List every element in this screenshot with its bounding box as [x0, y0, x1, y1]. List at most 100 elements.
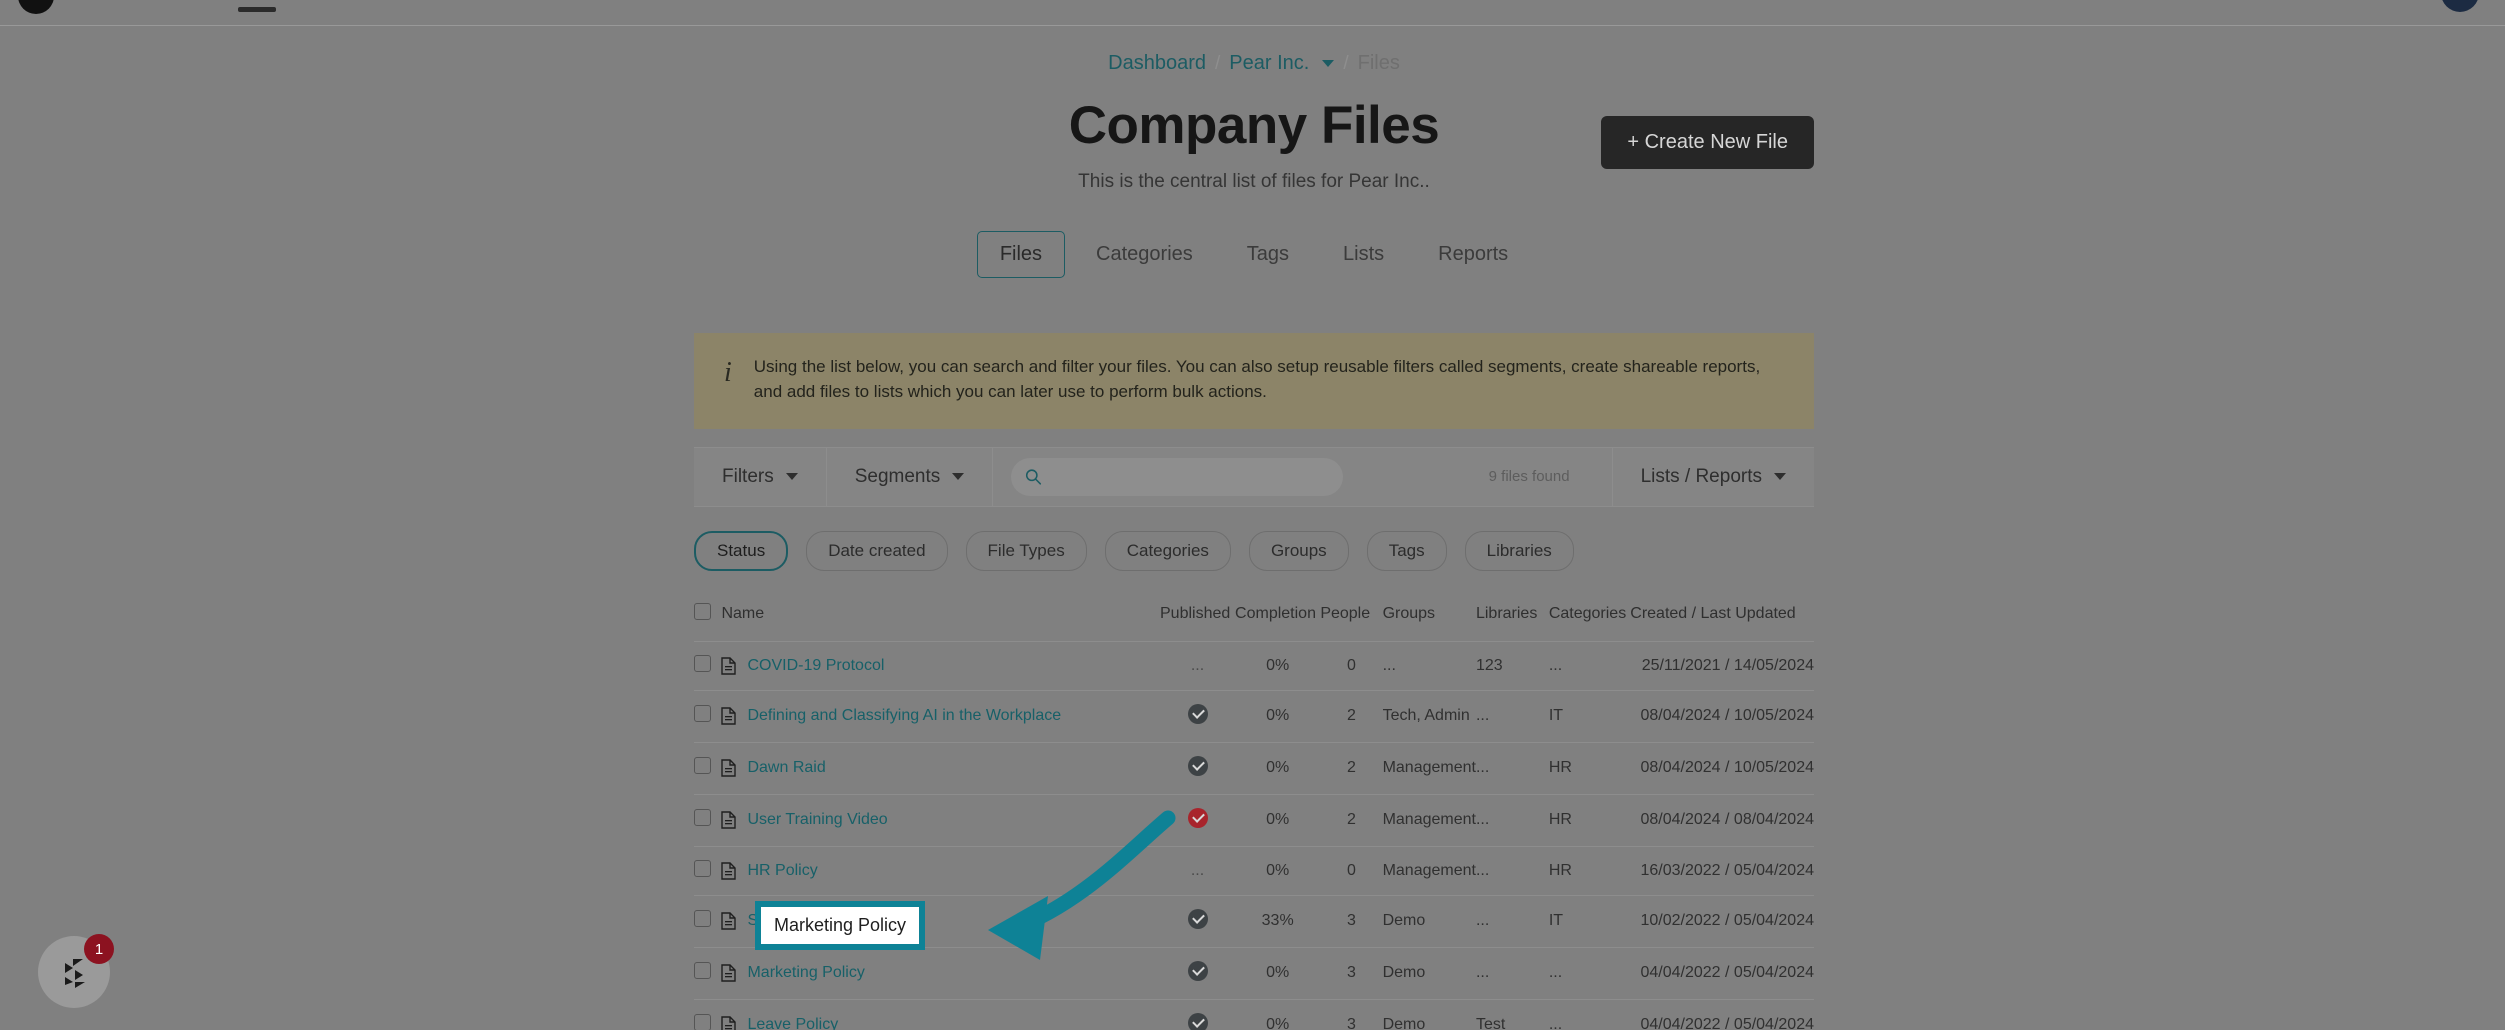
file-name-link[interactable]: COVID-19 Protocol [747, 657, 884, 675]
search-box[interactable] [1011, 457, 1344, 496]
file-icon [721, 811, 737, 829]
row-categories-cell: ... [1548, 999, 1631, 1030]
table-row[interactable]: COVID-19 Protocol... 0% 0... 123... 25/11/20… [694, 641, 1814, 691]
row-checkbox[interactable] [694, 910, 711, 928]
row-libraries-cell: 123 [1475, 641, 1549, 691]
chat-widget[interactable]: 1 [38, 934, 114, 1008]
published-none: ... [1190, 861, 1205, 879]
row-groups-cell: Management [1382, 794, 1476, 847]
row-people-cell: 0 [1320, 846, 1383, 896]
header-name[interactable]: Name [721, 596, 1160, 642]
info-banner: i Using the list below, you can search a… [694, 333, 1814, 429]
header-categories[interactable]: Categories [1548, 596, 1631, 642]
select-all-checkbox[interactable] [694, 602, 711, 620]
segments-dropdown[interactable]: Segments [827, 447, 994, 506]
file-name-link[interactable]: Dawn Raid [747, 759, 825, 777]
row-checkbox[interactable] [694, 705, 711, 723]
row-checkbox[interactable] [694, 809, 711, 827]
tab-categories[interactable]: Categories [1073, 231, 1216, 278]
table-row[interactable]: Marketing Policy 0% 3 Demo...... 04/04/2022 … [694, 947, 1814, 1000]
row-completion-cell: 0% [1235, 999, 1321, 1030]
table-row[interactable]: HR Policy... 0% 0 Management... HR 16/03/2022… [694, 846, 1814, 896]
row-checkbox[interactable] [694, 654, 711, 672]
chip-file-types[interactable]: File Types [965, 530, 1087, 571]
row-published-cell [1160, 999, 1236, 1030]
row-created-cell: 25/11/2021 / 14/05/2024 [1630, 641, 1814, 691]
row-select-cell [694, 690, 722, 743]
file-name-link[interactable]: User Training Video [747, 811, 887, 829]
chip-libraries[interactable]: Libraries [1464, 530, 1574, 571]
row-libraries-cell: ... [1475, 690, 1549, 743]
row-created-cell: 16/03/2022 / 05/04/2024 [1630, 846, 1814, 896]
lists-reports-dropdown[interactable]: Lists / Reports [1611, 447, 1814, 506]
published-check-icon [1187, 1012, 1208, 1030]
table-row[interactable]: Leave Policy 0% 3 Demo Test... 04/04/2022 / 0… [694, 999, 1814, 1030]
header-completion[interactable]: Completion [1235, 596, 1321, 642]
tab-lists[interactable]: Lists [1320, 231, 1407, 278]
tab-tags[interactable]: Tags [1224, 231, 1312, 278]
chevron-down-icon[interactable] [1322, 60, 1335, 67]
chip-tags[interactable]: Tags [1366, 530, 1447, 571]
row-libraries-cell: ... [1475, 947, 1549, 1000]
header-people[interactable]: People [1320, 596, 1383, 642]
row-checkbox[interactable] [694, 1014, 711, 1030]
row-categories-cell: ... [1548, 641, 1631, 691]
breadcrumb-dashboard[interactable]: Dashboard [1108, 52, 1206, 75]
row-people-cell: 2 [1320, 794, 1383, 847]
header-published[interactable]: Published [1160, 596, 1236, 642]
file-name-link[interactable]: Marketing Policy [747, 964, 864, 982]
search-input[interactable] [1053, 457, 1344, 496]
table-header-row: Name Published Completion People Groups … [694, 596, 1814, 642]
chip-groups[interactable]: Groups [1248, 530, 1349, 571]
chip-categories[interactable]: Categories [1104, 530, 1231, 571]
row-libraries-cell: ... [1475, 895, 1549, 948]
filters-dropdown[interactable]: Filters [694, 447, 827, 506]
header-libraries[interactable]: Libraries [1475, 596, 1549, 642]
user-avatar-icon[interactable] [2441, 0, 2479, 12]
tab-files[interactable]: Files [976, 231, 1066, 279]
table-row[interactable]: Dawn Raid 0% 2 Management... HR 08/04/2024 / … [694, 742, 1814, 795]
row-completion-cell: 33% [1235, 895, 1321, 948]
info-icon: i [724, 357, 732, 389]
tab-reports[interactable]: Reports [1415, 231, 1531, 278]
row-completion-cell: 0% [1235, 846, 1321, 896]
row-name-cell: HR Policy [721, 846, 1160, 896]
chip-status[interactable]: Status [694, 530, 789, 571]
search-icon [1026, 468, 1042, 485]
header-groups[interactable]: Groups [1382, 596, 1476, 642]
file-icon [721, 964, 737, 982]
row-checkbox[interactable] [694, 757, 711, 775]
tab-bar: Files Categories Tags Lists Reports [694, 231, 1814, 279]
row-groups-cell: Demo [1382, 947, 1476, 1000]
row-libraries-cell: ... [1475, 794, 1549, 847]
file-name-link[interactable]: Defining and Classifying AI in the Workp… [747, 707, 1061, 725]
chip-date-created[interactable]: Date created [806, 530, 948, 571]
filters-label: Filters [722, 465, 774, 487]
create-new-file-button[interactable]: + Create New File [1601, 116, 1814, 169]
row-categories-cell: HR [1548, 794, 1631, 847]
file-icon [721, 707, 737, 725]
file-name-link[interactable]: Leave Policy [747, 1016, 838, 1030]
table-row[interactable]: Defining and Classifying AI in the Workp… [694, 690, 1814, 743]
table-row[interactable]: User Training Video 0% 2 Management... HR 08/… [694, 794, 1814, 847]
row-checkbox[interactable] [694, 859, 711, 877]
row-name-cell: COVID-19 Protocol [721, 641, 1160, 691]
info-banner-text: Using the list below, you can search and… [753, 357, 1761, 401]
row-groups-cell: Management [1382, 742, 1476, 795]
chevron-down-icon [952, 473, 965, 481]
breadcrumb-company[interactable]: Pear Inc. [1229, 52, 1309, 75]
segments-label: Segments [854, 465, 941, 487]
row-name-cell: Leave Policy [721, 999, 1160, 1030]
row-groups-cell: Management [1382, 846, 1476, 896]
row-published-cell: ... [1160, 641, 1236, 691]
main-content: Dashboard / Pear Inc. / Files Company Fi… [694, 0, 1814, 1030]
file-name-link[interactable]: HR Policy [747, 862, 817, 880]
header-created[interactable]: Created / Last Updated [1630, 596, 1814, 642]
row-checkbox[interactable] [694, 962, 711, 980]
row-created-cell: 08/04/2024 / 10/05/2024 [1630, 690, 1814, 743]
row-published-cell [1160, 742, 1236, 795]
file-icon [721, 759, 737, 777]
dark-circle-icon [18, 0, 54, 14]
row-created-cell: 10/02/2022 / 05/04/2024 [1630, 895, 1814, 948]
row-select-cell [694, 794, 722, 847]
